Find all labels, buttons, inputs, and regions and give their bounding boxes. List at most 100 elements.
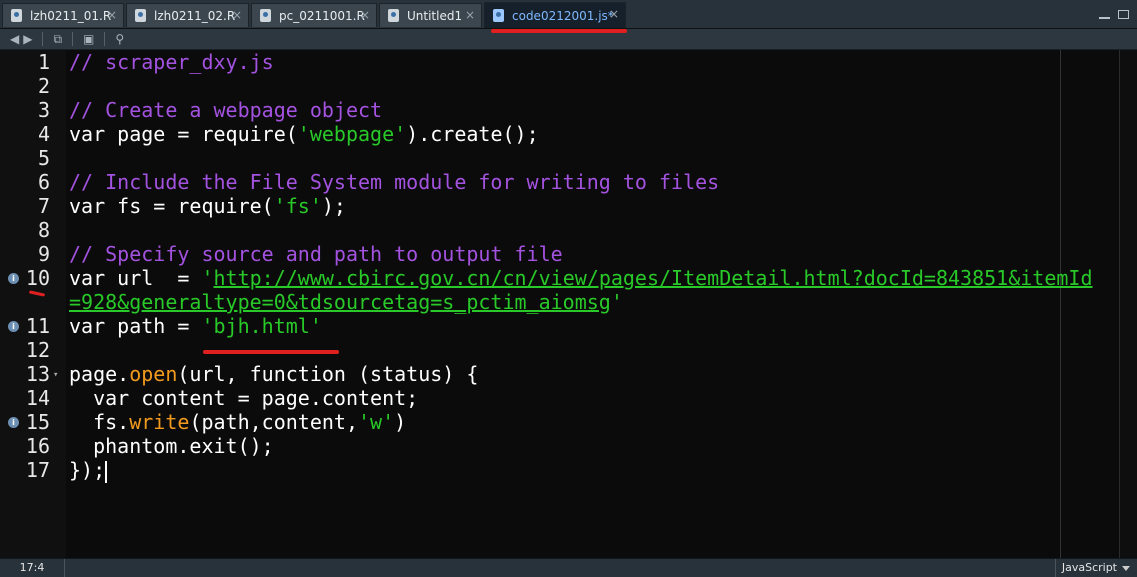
code-text: var path = 'bjh.html' [69,314,322,338]
popout-icon[interactable]: ⧉ [53,32,62,46]
code-text: phantom.exit(); [69,434,274,458]
code-line[interactable]: 5 [0,146,1120,170]
string-token: ' [201,266,214,290]
string-token: 'fs' [273,194,322,218]
line-number: 1 [37,50,50,74]
code-line[interactable]: 16 phantom.exit(); [0,434,1120,458]
search-icon[interactable]: ⚲ [115,32,124,46]
line-number: 9 [37,242,50,266]
toolbar-divider [104,32,106,46]
code-text: // Specify source and path to output fil… [69,242,563,266]
line-number: 4 [37,122,50,146]
fold-toggle-icon[interactable]: ▾ [53,363,58,387]
status-bar: 17:4 JavaScript [0,558,1137,577]
code-line[interactable]: 17 }); [0,458,1120,483]
code-token: var path = [69,314,202,338]
cursor-position: 17:4 [0,559,65,577]
r-file-icon [135,9,146,22]
code-line[interactable]: i 11 var path = 'bjh.html' [0,314,1120,338]
close-icon[interactable]: × [465,8,475,22]
url-link[interactable]: =928&generaltype=0&tdsourcetag=s_pctim_a… [69,290,611,314]
close-icon[interactable]: × [232,8,242,22]
code-editor[interactable]: 1 // scraper_dxy.js 2 3 // Create a webp… [0,50,1137,558]
arrow-right-icon[interactable]: ▶ [23,32,32,46]
line-number: 7 [37,194,50,218]
code-token: var fs = require( [69,194,274,218]
code-line[interactable]: 6 // Include the File System module for … [0,170,1120,194]
code-token: }); [69,458,106,482]
tab-lzh0211-02[interactable]: lzh0211_02.R × [126,3,249,27]
minimize-icon[interactable] [1099,10,1110,19]
comment-token: // Create a webpage object [69,98,383,122]
string-token: 'w' [358,410,395,434]
line-number: 6 [37,170,50,194]
code-line[interactable]: 13 ▾ page.open(url, function (status) { [0,362,1120,386]
function-token: open [129,362,178,386]
code-text: // Create a webpage object [69,98,382,122]
code-text: var content = page.content; [69,386,418,410]
code-text: page.open(url, function (status) { [69,362,478,386]
maximize-icon[interactable] [1118,10,1129,19]
line-number: 8 [37,218,50,242]
code-token: page. [69,362,130,386]
vertical-scrollbar[interactable] [1119,50,1137,558]
r-file-icon [388,9,399,22]
line-number: 12 [25,338,50,362]
save-icon[interactable]: ▣ [83,32,94,46]
code-token: phantom.exit(); [69,434,274,458]
code-line[interactable]: 1 // scraper_dxy.js [0,50,1120,74]
code-text: fs.write(path,content,'w') [69,410,406,434]
code-text: var url = 'http://www.cbirc.gov.cn/cn/vi… [69,266,1093,290]
line-number: 5 [37,146,50,170]
pane-window-controls [1099,10,1129,19]
tab-lzh0211-01[interactable]: lzh0211_01.R × [2,3,124,27]
code-line[interactable]: 9 // Specify source and path to output f… [0,242,1120,266]
tab-label: lzh0211_02.R [154,8,236,23]
comment-token: // scraper_dxy.js [69,50,274,74]
tab-label: lzh0211_01.R [30,8,112,23]
code-line[interactable]: 12 [0,338,1120,362]
r-file-icon [11,9,22,22]
code-text: =928&generaltype=0&tdsourcetag=s_pctim_a… [69,290,623,314]
comment-token: // Specify source and path to output fil… [69,242,563,266]
code-line[interactable]: i 15 fs.write(path,content,'w') [0,410,1120,434]
tab-untitled1[interactable]: Untitled1 × [379,3,482,27]
code-line[interactable]: 7 var fs = require('fs'); [0,194,1120,218]
line-number: 10 [25,266,50,290]
function-token: write [129,410,190,434]
code-text: }); [69,458,108,483]
url-link[interactable]: http://www.cbirc.gov.cn/cn/view/pages/It… [214,266,1093,290]
code-line[interactable]: 8 [0,218,1120,242]
line-number: 2 [37,74,50,98]
line-number: 16 [25,434,50,458]
code-token: ) [394,410,407,434]
tab-label: pc_0211001.R [279,8,365,23]
code-token: (url, function (status) { [177,362,479,386]
code-token: fs. [69,410,130,434]
code-token: (path,content, [189,410,359,434]
tab-label: code0212001.js* [512,8,614,23]
code-line[interactable]: 3 // Create a webpage object [0,98,1120,122]
string-token: 'webpage' [297,122,407,146]
text-cursor [105,460,108,483]
code-line[interactable]: 4 var page = require('webpage').create()… [0,122,1120,146]
line-number: 3 [37,98,50,122]
code-text: // scraper_dxy.js [69,50,274,74]
code-line[interactable]: 14 var content = page.content; [0,386,1120,410]
js-file-icon [493,9,504,22]
code-token: var url = [69,266,202,290]
code-text: var fs = require('fs'); [69,194,346,218]
tab-code0212001-js[interactable]: code0212001.js* × [484,2,626,28]
code-line[interactable]: i 10 var url = 'http://www.cbirc.gov.cn/… [0,266,1120,290]
line-number: 14 [25,386,50,410]
language-selector[interactable]: JavaScript [1054,559,1137,577]
close-icon[interactable]: × [107,8,117,22]
close-icon[interactable]: × [360,8,370,22]
arrow-left-icon[interactable]: ◀ [10,32,19,46]
tab-pc-0211001[interactable]: pc_0211001.R × [251,3,377,27]
code-line[interactable]: 2 [0,74,1120,98]
close-icon[interactable]: × [609,7,619,21]
editor-tab-bar: lzh0211_01.R × lzh0211_02.R × pc_0211001… [0,0,1137,29]
code-line-wrapped[interactable]: =928&generaltype=0&tdsourcetag=s_pctim_a… [0,290,1120,314]
tab-label: Untitled1 [407,8,463,23]
